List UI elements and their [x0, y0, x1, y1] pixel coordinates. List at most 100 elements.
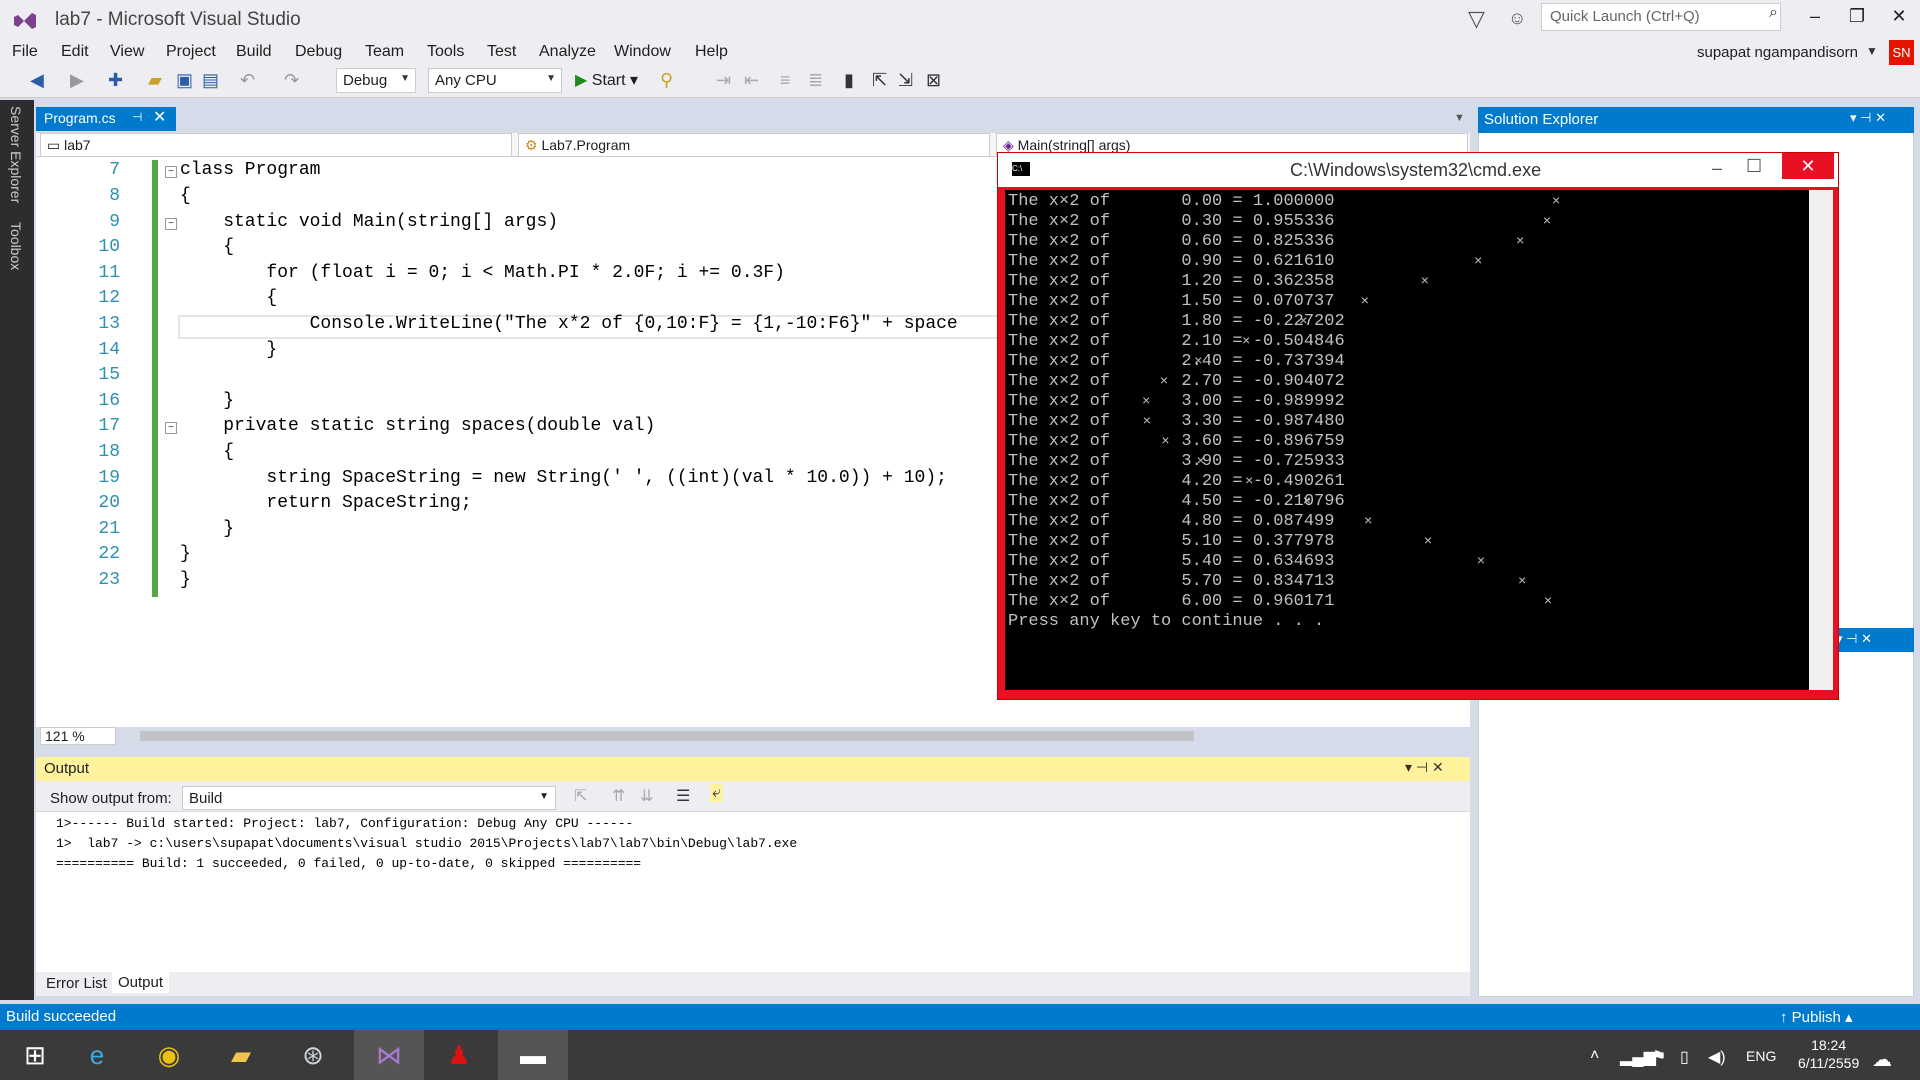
- code-line[interactable]: string SpaceString = new String(' ', ((i…: [180, 468, 947, 488]
- code-line[interactable]: {: [180, 186, 191, 206]
- menu-file[interactable]: File: [12, 43, 38, 61]
- menu-help[interactable]: Help: [695, 43, 728, 61]
- next-message-icon[interactable]: ⇊: [640, 786, 653, 806]
- prev-message-icon[interactable]: ⇈: [612, 786, 625, 806]
- collapse-toggle[interactable]: −: [165, 422, 177, 434]
- redo-icon[interactable]: ↷: [284, 70, 299, 91]
- code-line[interactable]: }: [180, 544, 191, 564]
- steam-icon[interactable]: ⊛: [278, 1030, 348, 1080]
- action-center-icon[interactable]: ⚑: [1652, 1047, 1666, 1067]
- class-nav-select[interactable]: ⚙ Lab7.Program: [518, 133, 990, 157]
- internet-explorer-icon[interactable]: e: [62, 1030, 132, 1080]
- app-icon[interactable]: ♟: [424, 1030, 494, 1080]
- undo-icon[interactable]: ↶: [240, 70, 255, 91]
- restore-button[interactable]: ❐: [1842, 6, 1872, 27]
- collapse-toggle[interactable]: −: [165, 166, 177, 178]
- pin-icon[interactable]: ⊣: [132, 110, 142, 124]
- code-line[interactable]: class Program: [180, 160, 320, 180]
- start-button[interactable]: ▶ Start ▾: [575, 70, 638, 90]
- code-line[interactable]: }: [180, 391, 234, 411]
- open-file-icon[interactable]: ▰: [148, 70, 162, 91]
- indent-icon[interactable]: ⇥: [716, 70, 731, 91]
- cmd-maximize-button[interactable]: ☐: [1746, 156, 1762, 177]
- tab-error-list[interactable]: Error List: [40, 973, 113, 994]
- battery-icon[interactable]: ▯: [1680, 1047, 1689, 1067]
- code-line[interactable]: return SpaceString;: [180, 493, 471, 513]
- code-line[interactable]: private static string spaces(double val): [180, 416, 655, 436]
- console-scrollbar[interactable]: [1809, 190, 1833, 690]
- outdent-icon[interactable]: ⇤: [744, 70, 759, 91]
- menu-team[interactable]: Team: [365, 43, 404, 61]
- tab-output[interactable]: Output: [112, 972, 170, 993]
- back-icon[interactable]: ◀: [30, 70, 44, 91]
- find-icon[interactable]: ⚲: [660, 70, 673, 91]
- save-all-icon[interactable]: ▤: [202, 70, 219, 91]
- code-line[interactable]: }: [180, 519, 234, 539]
- avatar[interactable]: SN: [1889, 40, 1914, 65]
- word-wrap-icon[interactable]: ⤶: [710, 784, 723, 802]
- find-message-icon[interactable]: ⇱: [574, 786, 587, 806]
- input-language[interactable]: ENG: [1746, 1048, 1776, 1064]
- menu-test[interactable]: Test: [487, 43, 516, 61]
- menu-tools[interactable]: Tools: [427, 43, 464, 61]
- clock[interactable]: 18:24 6/11/2559: [1798, 1036, 1859, 1072]
- forward-icon[interactable]: ▶: [70, 70, 84, 91]
- menu-view[interactable]: View: [110, 43, 144, 61]
- chevron-down-icon[interactable]: ▼: [1866, 44, 1878, 58]
- user-name[interactable]: supapat ngampandisorn: [1697, 44, 1858, 61]
- notification-icon[interactable]: ☁: [1872, 1047, 1892, 1072]
- comment-icon[interactable]: ≡: [780, 70, 791, 91]
- next-bookmark-icon[interactable]: ⇲: [898, 70, 913, 91]
- properties-header-icon[interactable]: ▾ ⊣ ✕: [1832, 628, 1914, 652]
- clear-all-icon[interactable]: ☰: [676, 786, 690, 806]
- code-line[interactable]: for (float i = 0; i < Math.PI * 2.0F; i …: [180, 263, 785, 283]
- cmd-minimize-button[interactable]: –: [1712, 158, 1722, 179]
- output-source-select[interactable]: Build ▼: [182, 786, 556, 810]
- feedback-icon[interactable]: ☺: [1508, 8, 1526, 29]
- cmd-close-button[interactable]: ✕: [1782, 153, 1834, 179]
- save-icon[interactable]: ▣: [176, 70, 193, 91]
- zoom-level-select[interactable]: 121 %: [40, 727, 116, 745]
- chevron-down-icon[interactable]: ▼: [1454, 112, 1465, 124]
- horizontal-scrollbar[interactable]: [140, 731, 1194, 741]
- file-explorer-icon[interactable]: ▰: [206, 1030, 276, 1080]
- minimize-button[interactable]: –: [1800, 6, 1830, 27]
- menu-analyze[interactable]: Analyze: [539, 43, 596, 61]
- solution-platform-select[interactable]: Any CPU ▼: [428, 68, 562, 93]
- chrome-icon[interactable]: ◉: [134, 1030, 204, 1080]
- panel-controls-icon[interactable]: ▾ ⊣ ✕: [1405, 759, 1444, 776]
- windows-start-icon[interactable]: ⊞: [0, 1030, 70, 1080]
- code-line[interactable]: }: [180, 570, 191, 590]
- menu-build[interactable]: Build: [236, 43, 272, 61]
- close-button[interactable]: ✕: [1884, 6, 1914, 27]
- code-line[interactable]: {: [180, 237, 234, 257]
- collapse-toggle[interactable]: −: [165, 218, 177, 230]
- menu-debug[interactable]: Debug: [295, 43, 342, 61]
- close-icon[interactable]: ✕: [153, 107, 166, 127]
- uncomment-icon[interactable]: ≣: [808, 70, 823, 91]
- code-line[interactable]: static void Main(string[] args): [180, 212, 558, 232]
- solution-configuration-select[interactable]: Debug ▼: [336, 68, 416, 93]
- show-hidden-icons-icon[interactable]: ˄: [1590, 1047, 1599, 1065]
- code-line[interactable]: {: [180, 442, 234, 462]
- menu-edit[interactable]: Edit: [61, 43, 89, 61]
- notifications-filter-icon[interactable]: ▽: [1468, 6, 1485, 32]
- volume-icon[interactable]: ◀): [1708, 1047, 1726, 1067]
- new-project-icon[interactable]: ✚: [108, 70, 123, 91]
- prev-bookmark-icon[interactable]: ⇱: [872, 70, 887, 91]
- code-line[interactable]: }: [180, 340, 277, 360]
- menu-window[interactable]: Window: [614, 43, 671, 61]
- clear-bookmarks-icon[interactable]: ⊠: [926, 70, 941, 91]
- visual-studio-taskbar-icon[interactable]: ⋈: [354, 1030, 424, 1080]
- menu-project[interactable]: Project: [166, 43, 216, 61]
- tab-toolbox[interactable]: Toolbox: [8, 222, 24, 270]
- code-line[interactable]: Console.WriteLine("The x*2 of {0,10:F} =…: [180, 314, 958, 334]
- cmd-taskbar-icon[interactable]: ▬: [498, 1030, 568, 1080]
- search-icon[interactable]: ⌕: [1769, 4, 1778, 22]
- project-nav-select[interactable]: ▭ lab7: [40, 133, 512, 157]
- network-icon[interactable]: ▂▄▆: [1620, 1047, 1656, 1067]
- code-line[interactable]: {: [180, 288, 277, 308]
- panel-controls-icon[interactable]: ▾ ⊣ ✕: [1850, 110, 1886, 126]
- tab-server-explorer[interactable]: Server Explorer: [8, 106, 24, 203]
- publish-button[interactable]: ↑ Publish ▴: [1780, 1008, 1853, 1026]
